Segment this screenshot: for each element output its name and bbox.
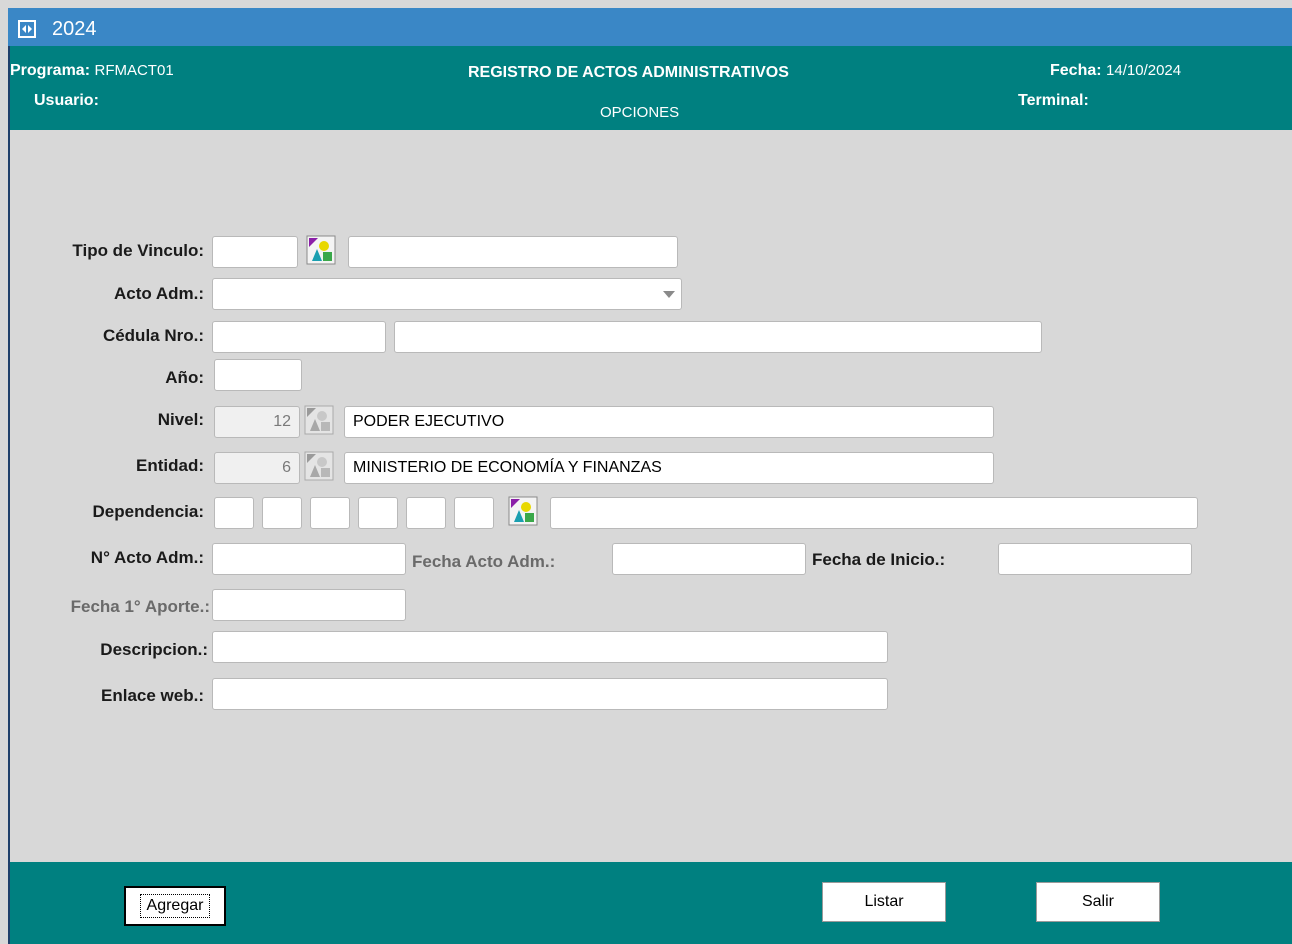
list-of-values-icon [304,451,334,481]
listar-button[interactable]: Listar [822,882,946,922]
dependencia-part-6-input[interactable] [454,497,494,529]
dependencia-part-3-input[interactable] [310,497,350,529]
agregar-button[interactable]: Agregar [124,886,226,926]
cedula-name-input[interactable] [394,321,1042,353]
program-header: Programa: RFMACT01 Usuario: REGISTRO DE … [10,46,1292,130]
dependencia-part-2-input[interactable] [262,497,302,529]
descripcion-label: Descripcion.: [100,640,208,659]
fecha-acto-input[interactable] [612,543,806,575]
fecha-label: Fecha: [1050,62,1102,79]
fecha-aporte-input[interactable] [212,589,406,621]
dependencia-part-5-input[interactable] [406,497,446,529]
list-of-values-icon [304,405,334,435]
window-border [8,46,10,944]
entidad-code-input[interactable]: 6 [214,452,300,484]
fecha-info: Fecha: 14/10/2024 [1050,62,1181,80]
entidad-desc-input[interactable]: MINISTERIO DE ECONOMÍA Y FINANZAS [344,452,994,484]
programa-info: Programa: RFMACT01 [10,62,174,80]
app-icon [18,20,36,38]
terminal-info: Terminal: [1018,92,1089,110]
list-of-values-icon[interactable] [306,235,336,265]
programa-label: Programa: [10,62,91,79]
nro-acto-input[interactable] [212,543,406,575]
window-titlebar: 2024 [8,8,1292,46]
fecha-acto-label: Fecha Acto Adm.: [412,552,556,571]
descripcion-input[interactable] [212,631,888,663]
anio-input[interactable] [214,359,302,391]
fecha-inicio-label: Fecha de Inicio.: [812,550,946,569]
enlace-web-label: Enlace web.: [101,686,204,705]
dependencia-desc-input[interactable] [550,497,1198,529]
dependencia-part-1-input[interactable] [214,497,254,529]
acto-adm-select[interactable] [212,278,682,310]
nivel-code-input[interactable]: 12 [214,406,300,438]
list-of-values-icon[interactable] [508,496,538,526]
chevron-down-icon[interactable] [663,291,675,298]
agregar-button-label: Agregar [139,894,211,918]
fecha-value: 14/10/2024 [1106,62,1182,79]
page-title: REGISTRO DE ACTOS ADMINISTRATIVOS [468,64,789,81]
cedula-number-input[interactable] [212,321,386,353]
window-title: 2024 [52,18,97,40]
fecha-aporte-label: Fecha 1° Aporte.: [70,597,210,616]
nivel-label: Nivel: [157,410,204,429]
nivel-desc-input[interactable]: PODER EJECUTIVO [344,406,994,438]
usuario-info: Usuario: [34,92,99,110]
nro-acto-label: N° Acto Adm.: [90,548,204,567]
acto-adm-label: Acto Adm.: [113,284,204,303]
tipo-vinculo-code-input[interactable] [212,236,298,268]
page-subtitle: OPCIONES [600,104,680,121]
enlace-web-input[interactable] [212,678,888,710]
terminal-label: Terminal: [1018,92,1089,109]
button-bar: Agregar Listar Salir [10,862,1292,944]
programa-value: RFMACT01 [94,62,174,79]
salir-button[interactable]: Salir [1036,882,1160,922]
listar-button-label: Listar [864,893,904,910]
entidad-label: Entidad: [136,456,204,475]
anio-label: Año: [165,368,204,387]
dependencia-label: Dependencia: [92,502,204,521]
salir-button-label: Salir [1081,893,1114,910]
tipo-vinculo-label: Tipo de Vinculo: [72,241,204,260]
fecha-inicio-input[interactable] [998,543,1192,575]
cedula-label: Cédula Nro.: [102,326,204,345]
dependencia-part-4-input[interactable] [358,497,398,529]
usuario-label: Usuario: [34,92,99,109]
tipo-vinculo-desc-input[interactable] [348,236,678,268]
